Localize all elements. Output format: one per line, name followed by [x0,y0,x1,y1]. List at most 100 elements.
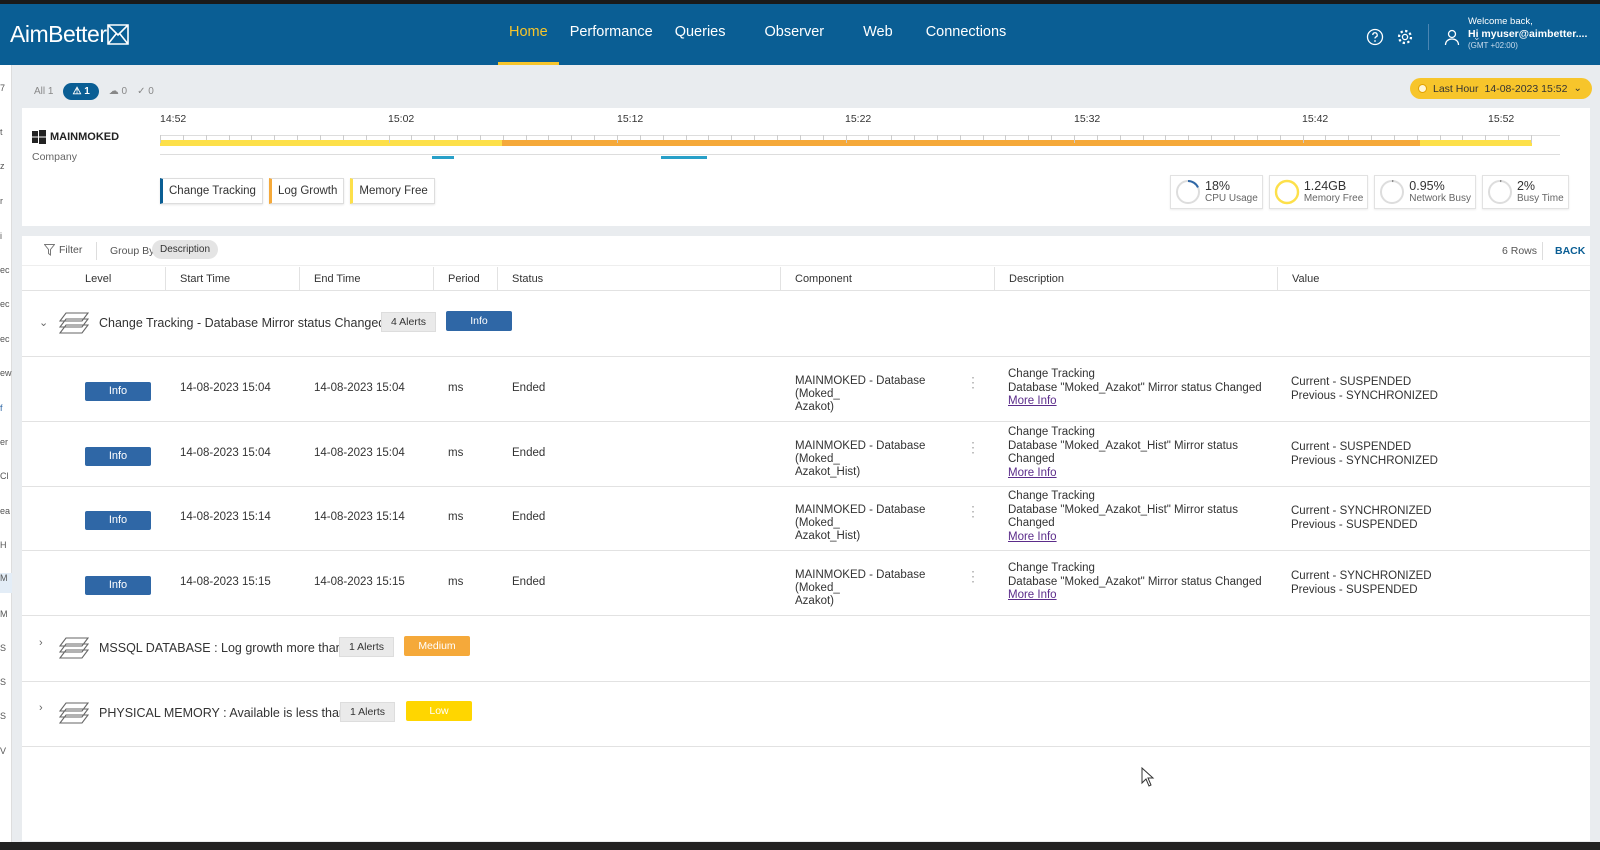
sidebar-fragment[interactable]: S [0,711,12,721]
table-toolbar: Filter Group By Description 6 Rows BACK [22,236,1590,266]
time-range-selector[interactable]: Last Hour 14-08-2023 15:52 ⌄ [1410,78,1592,99]
nav-queries[interactable]: Queries [664,4,754,65]
chevron-right-icon[interactable]: › [39,637,43,649]
back-button[interactable]: BACK [1555,245,1585,257]
timeline-tick [845,135,847,143]
table-row[interactable]: Info 14-08-2023 15:15 14-08-2023 15:15 m… [22,551,1590,616]
brand-logo[interactable]: AimBetter [10,21,130,48]
metric-memory-free[interactable]: 1.24GB Memory Free [1268,175,1369,209]
sidebar-fragment[interactable]: H [0,540,12,550]
sidebar-fragment[interactable]: t [0,127,12,137]
timeline-tick [479,135,481,140]
server-name[interactable]: MAINMOKED [32,130,119,144]
sidebar-fragment[interactable]: Cl [0,471,12,481]
timeline-info-marker[interactable] [432,156,454,159]
nav-connections[interactable]: Connections [915,4,1018,65]
chevron-right-icon[interactable]: › [39,702,43,714]
level-badge-info: Info [85,511,151,530]
timeline-label: 15:12 [617,113,644,125]
description-line: Database "Moked_Azakot" Mirror status Ch… [1008,575,1262,588]
sidebar-fragment[interactable]: 7 [0,83,12,93]
chevron-down-icon[interactable]: ⌄ [39,316,48,329]
alerts-count-chip: 1 Alerts [339,637,395,657]
nav-observer[interactable]: Observer [753,4,852,65]
value-line: Current - SYNCHRONIZED [1291,570,1432,582]
filter-checks[interactable]: ✓ 0 [137,86,154,97]
metric-value: 1.24GB [1303,179,1347,193]
group-by-chip[interactable]: Description [152,240,219,259]
description: Change Tracking Database "Moked_Azakot" … [1008,368,1268,409]
column-header-period[interactable]: Period [448,273,480,285]
filter-warnings[interactable]: ⚠ 1 [63,82,99,100]
welcome-text: Welcome back, [1468,16,1533,27]
filter-all[interactable]: All 1 [34,86,53,97]
timeline-tick [708,135,710,140]
sidebar-fragment[interactable]: i [0,231,12,241]
timeline-info-marker[interactable] [661,156,707,159]
timeline-tick [1188,135,1190,140]
timeline-label: 15:52 [1488,113,1515,125]
sidebar-fragment[interactable]: z [0,161,12,171]
more-info-link[interactable]: More Info [1008,395,1057,407]
more-info-link[interactable]: More Info [1008,589,1057,601]
column-header-end-time[interactable]: End Time [314,273,360,285]
more-info-link[interactable]: More Info [1008,531,1057,543]
table-row[interactable]: Info 14-08-2023 15:04 14-08-2023 15:04 m… [22,422,1590,487]
timeline-tick [959,135,961,140]
sidebar-fragment-active[interactable]: M [0,573,12,593]
sidebar-fragment[interactable]: er [0,437,12,447]
filter-cloud[interactable]: ☁ 0 [109,86,127,97]
nav-home[interactable]: Home [498,4,559,65]
metric-network-busy[interactable]: 0.95% Network Busy [1374,175,1476,209]
table-row[interactable]: Info 14-08-2023 15:04 14-08-2023 15:04 m… [22,357,1590,422]
more-info-link[interactable]: More Info [1008,467,1057,479]
column-header-level[interactable]: Level [85,273,111,285]
sidebar-fragment[interactable]: ec [0,265,12,275]
alert-group-row[interactable]: › MSSQL DATABASE : Log growth more than … [22,616,1590,682]
sidebar-fragment[interactable]: ea [0,506,12,516]
column-header-description[interactable]: Description [1009,273,1064,285]
help-icon[interactable] [1366,28,1384,46]
column-header-component[interactable]: Component [795,273,852,285]
timeline-tick [685,135,687,140]
user-welcome[interactable]: Welcome back, Hi myuser@aimbetter.... (G… [1468,16,1587,52]
time-range-value: 14-08-2023 15:52 [1484,82,1568,95]
value-line: Previous - SYNCHRONIZED [1291,390,1438,402]
more-options-icon[interactable]: ⋮ [966,569,980,583]
settings-gear-icon[interactable] [1396,28,1414,46]
sidebar-fragment[interactable]: ec [0,334,12,344]
column-header-status[interactable]: Status [512,273,543,285]
more-options-icon[interactable]: ⋮ [966,440,980,454]
timeline-tick [1416,135,1418,140]
sidebar-fragment[interactable]: r [0,196,12,206]
tag-memory-free[interactable]: Memory Free [350,178,435,204]
column-header-value[interactable]: Value [1292,273,1319,285]
timeline-tick [891,135,893,140]
filter-button[interactable]: Filter [44,244,82,256]
more-options-icon[interactable]: ⋮ [966,375,980,389]
user-avatar-icon[interactable] [1443,28,1461,46]
tag-log-growth[interactable]: Log Growth [268,178,345,204]
sidebar-fragment[interactable]: ew [0,368,12,378]
more-options-icon[interactable]: ⋮ [966,504,980,518]
table-row[interactable]: Info 14-08-2023 15:14 14-08-2023 15:14 m… [22,486,1590,551]
alert-timeline[interactable]: 14:52 15:02 15:12 15:22 15:32 15:42 15:5… [160,113,1560,161]
sidebar-fragment[interactable]: S [0,643,12,653]
timeline-tick [639,135,641,140]
sidebar-fragment[interactable]: ec [0,299,12,309]
sidebar-fragment[interactable]: f [0,403,12,413]
timeline-tick [1348,135,1350,140]
sidebar-fragment[interactable]: M [0,609,12,619]
metric-busy-time[interactable]: 2% Busy Time [1481,175,1569,209]
sidebar-fragment[interactable]: S [0,677,12,687]
period: ms [448,576,464,588]
nav-web[interactable]: Web [852,4,915,65]
timeline-tick [754,135,756,140]
sidebar-fragment[interactable]: V [0,746,12,756]
alert-group-row[interactable]: ⌄ Change Tracking - Database Mirror stat… [22,291,1590,357]
metric-cpu-usage[interactable]: 18% CPU Usage [1170,175,1263,209]
column-header-start-time[interactable]: Start Time [180,273,230,285]
tag-change-tracking[interactable]: Change Tracking [160,178,263,204]
alert-group-row[interactable]: › PHYSICAL MEMORY : Available is less th… [22,681,1590,747]
nav-performance[interactable]: Performance [559,4,664,65]
